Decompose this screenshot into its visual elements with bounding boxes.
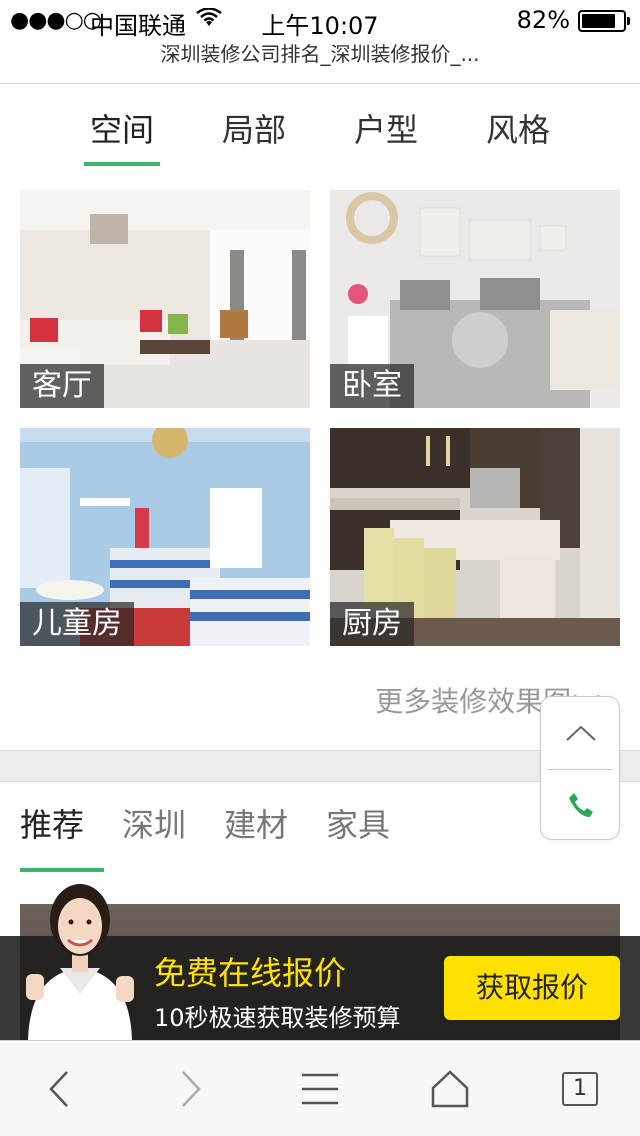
- room-label: 客厅: [20, 364, 104, 408]
- room-card-living-room[interactable]: 客厅: [20, 190, 310, 408]
- page-title[interactable]: 深圳装修公司排名_深圳装修报价_...: [0, 40, 640, 84]
- phone-icon: [569, 793, 593, 817]
- tab-style[interactable]: 风格: [452, 100, 584, 170]
- back-button[interactable]: [20, 1041, 100, 1136]
- room-label: 厨房: [330, 602, 414, 646]
- chevron-up-icon: [566, 725, 596, 741]
- battery-icon: [578, 10, 630, 32]
- browser-toolbar: 1: [0, 1040, 640, 1136]
- tab-space[interactable]: 空间: [56, 100, 188, 170]
- scroll-top-button[interactable]: [541, 697, 621, 769]
- tab-building-materials[interactable]: 建材: [224, 790, 288, 870]
- battery-fill: [582, 14, 615, 28]
- tabs-button[interactable]: 1: [540, 1041, 620, 1136]
- consultant-avatar: [26, 884, 134, 1040]
- tab-shenzhen[interactable]: 深圳: [122, 790, 186, 870]
- tab-recommended[interactable]: 推荐: [20, 790, 105, 872]
- quote-banner-title: 免费在线报价: [154, 954, 347, 992]
- floating-toolbar: [540, 696, 620, 840]
- news-tabs: 推荐 深圳 建材 家具: [20, 790, 428, 872]
- tab-partial[interactable]: 局部: [188, 100, 320, 170]
- menu-icon: [302, 1073, 338, 1105]
- call-button[interactable]: [541, 773, 621, 837]
- quote-banner-subtitle: 10秒极速获取装修预算: [154, 1004, 401, 1032]
- get-quote-button[interactable]: 获取报价: [444, 956, 620, 1020]
- room-card-bedroom[interactable]: 卧室: [330, 190, 620, 408]
- category-tabs: 空间 局部 户型 风格: [56, 100, 584, 170]
- status-bar: ●●●○○ 中国联通 上午10:07 82%: [0, 0, 640, 40]
- battery-percentage: 82%: [516, 6, 570, 34]
- room-card-kitchen[interactable]: 厨房: [330, 428, 620, 646]
- home-button[interactable]: [410, 1041, 490, 1136]
- tab-layout[interactable]: 户型: [320, 100, 452, 170]
- room-label: 卧室: [330, 364, 414, 408]
- chevron-left-icon: [49, 1071, 68, 1107]
- room-card-kids-room[interactable]: 儿童房: [20, 428, 310, 646]
- divider: [547, 769, 613, 770]
- home-icon: [431, 1070, 469, 1108]
- chevron-right-icon: [182, 1071, 201, 1107]
- room-label: 儿童房: [20, 602, 134, 646]
- forward-button[interactable]: [150, 1041, 230, 1136]
- tab-furniture[interactable]: 家具: [326, 790, 390, 870]
- menu-button[interactable]: [280, 1041, 360, 1136]
- tab-count-badge: 1: [562, 1072, 598, 1106]
